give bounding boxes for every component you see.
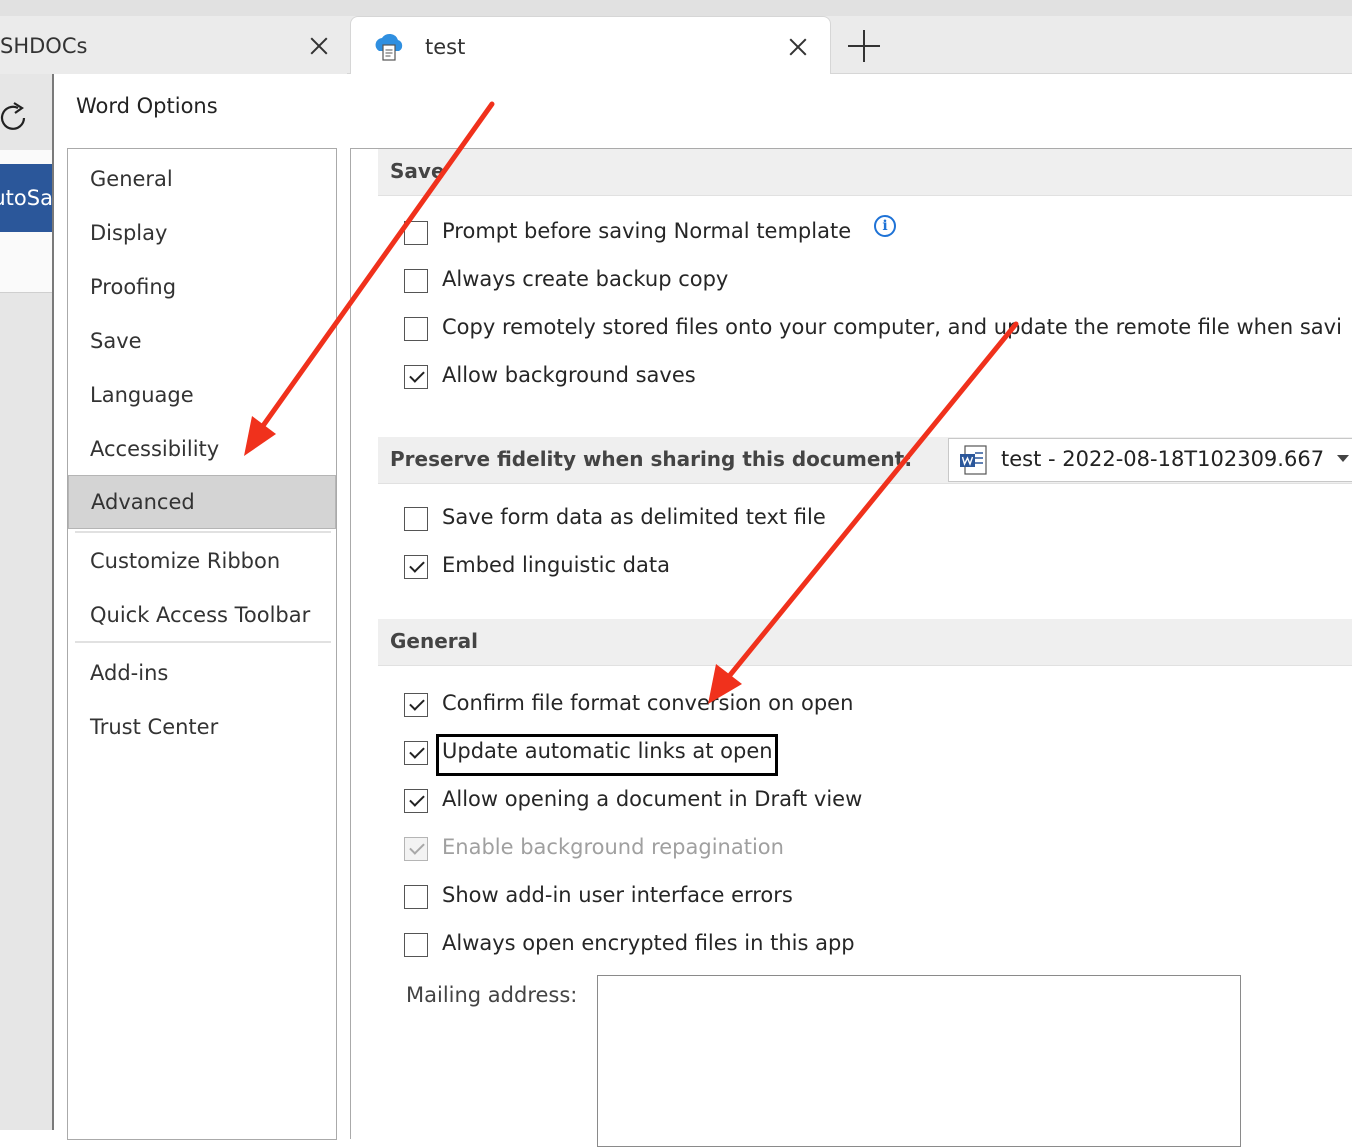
arrow-to-advanced xyxy=(244,101,495,456)
arrow-to-update-links xyxy=(708,321,1019,704)
annotation-arrows xyxy=(244,101,1019,704)
